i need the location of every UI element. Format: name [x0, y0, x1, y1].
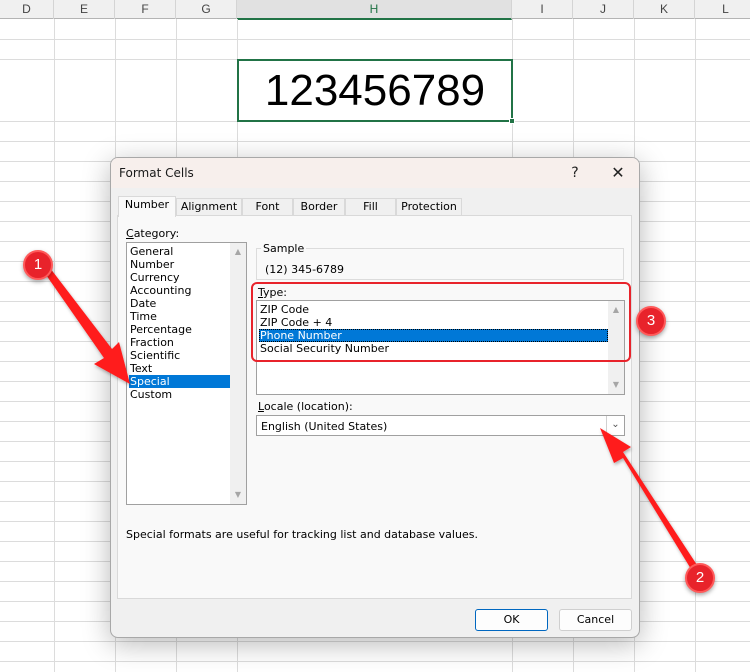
- column-header-l[interactable]: L: [695, 0, 750, 19]
- close-icon[interactable]: ✕: [605, 162, 631, 184]
- gridline: [695, 19, 696, 672]
- chevron-down-icon[interactable]: ⌄: [606, 416, 624, 435]
- gridline: [0, 641, 750, 642]
- type-label: Type:: [258, 286, 287, 299]
- category-listbox[interactable]: ▲ ▼ General Number Currency Accounting D…: [126, 242, 247, 505]
- category-label: Category:: [126, 227, 180, 240]
- column-header-d[interactable]: D: [0, 0, 54, 19]
- ok-button[interactable]: OK: [475, 609, 548, 631]
- fill-handle[interactable]: [509, 118, 515, 124]
- category-scrollbar[interactable]: ▲ ▼: [230, 243, 246, 504]
- column-header-e[interactable]: E: [54, 0, 115, 19]
- column-header-i[interactable]: I: [512, 0, 573, 19]
- format-description: Special formats are useful for tracking …: [126, 528, 478, 541]
- tab-fill[interactable]: Fill: [345, 198, 396, 216]
- category-item-date[interactable]: Date: [129, 297, 156, 310]
- category-item-text[interactable]: Text: [129, 362, 152, 375]
- column-header-j[interactable]: J: [573, 0, 634, 19]
- active-cell[interactable]: 123456789: [237, 59, 513, 122]
- category-item-number[interactable]: Number: [129, 258, 174, 271]
- gridline: [0, 661, 750, 662]
- sample-label: Sample: [261, 242, 307, 255]
- tab-border[interactable]: Border: [293, 198, 345, 216]
- category-item-general[interactable]: General: [129, 245, 173, 258]
- tab-protection[interactable]: Protection: [396, 198, 462, 216]
- dialog-title: Format Cells: [119, 166, 194, 180]
- gridline: [0, 39, 750, 40]
- type-item-zip-code-plus-4[interactable]: ZIP Code + 4: [259, 316, 332, 329]
- column-header-g[interactable]: G: [176, 0, 237, 19]
- locale-label: Locale (location):: [258, 400, 353, 413]
- category-item-special[interactable]: Special: [129, 375, 230, 388]
- type-scrollbar[interactable]: ▲ ▼: [608, 301, 624, 394]
- gridline: [54, 19, 55, 672]
- type-item-social-security-number[interactable]: Social Security Number: [259, 342, 389, 355]
- tab-font[interactable]: Font: [242, 198, 293, 216]
- category-item-scientific[interactable]: Scientific: [129, 349, 180, 362]
- column-header-h[interactable]: H: [237, 0, 512, 20]
- sample-value: (12) 345-6789: [265, 263, 345, 276]
- column-header-row: D E F G H I J K L: [0, 0, 750, 20]
- type-item-zip-code[interactable]: ZIP Code: [259, 303, 309, 316]
- dialog-titlebar[interactable]: Format Cells ? ✕: [111, 158, 639, 188]
- column-header-k[interactable]: K: [634, 0, 695, 19]
- type-item-phone-number[interactable]: Phone Number: [259, 329, 608, 342]
- type-listbox[interactable]: ▲ ▼ ZIP Code ZIP Code + 4 Phone Number S…: [256, 300, 625, 395]
- category-item-currency[interactable]: Currency: [129, 271, 180, 284]
- scroll-down-icon[interactable]: ▼: [609, 378, 623, 392]
- category-item-accounting[interactable]: Accounting: [129, 284, 191, 297]
- category-item-percentage[interactable]: Percentage: [129, 323, 192, 336]
- format-cells-dialog: Format Cells ? ✕ Number Alignment Font B…: [110, 157, 640, 638]
- help-button[interactable]: ?: [563, 162, 587, 184]
- column-header-f[interactable]: F: [115, 0, 176, 19]
- tab-number[interactable]: Number: [118, 196, 176, 217]
- category-item-custom[interactable]: Custom: [129, 388, 172, 401]
- gridline: [0, 141, 750, 142]
- scroll-up-icon[interactable]: ▲: [609, 303, 623, 317]
- locale-dropdown[interactable]: English (United States) ⌄: [256, 415, 625, 436]
- scroll-up-icon[interactable]: ▲: [231, 245, 245, 259]
- category-item-fraction[interactable]: Fraction: [129, 336, 174, 349]
- cancel-button[interactable]: Cancel: [559, 609, 632, 631]
- locale-value: English (United States): [261, 420, 388, 433]
- scroll-down-icon[interactable]: ▼: [231, 488, 245, 502]
- tab-alignment[interactable]: Alignment: [176, 198, 242, 216]
- number-tab-panel: Category: ▲ ▼ General Number Currency Ac…: [117, 215, 632, 599]
- category-item-time[interactable]: Time: [129, 310, 157, 323]
